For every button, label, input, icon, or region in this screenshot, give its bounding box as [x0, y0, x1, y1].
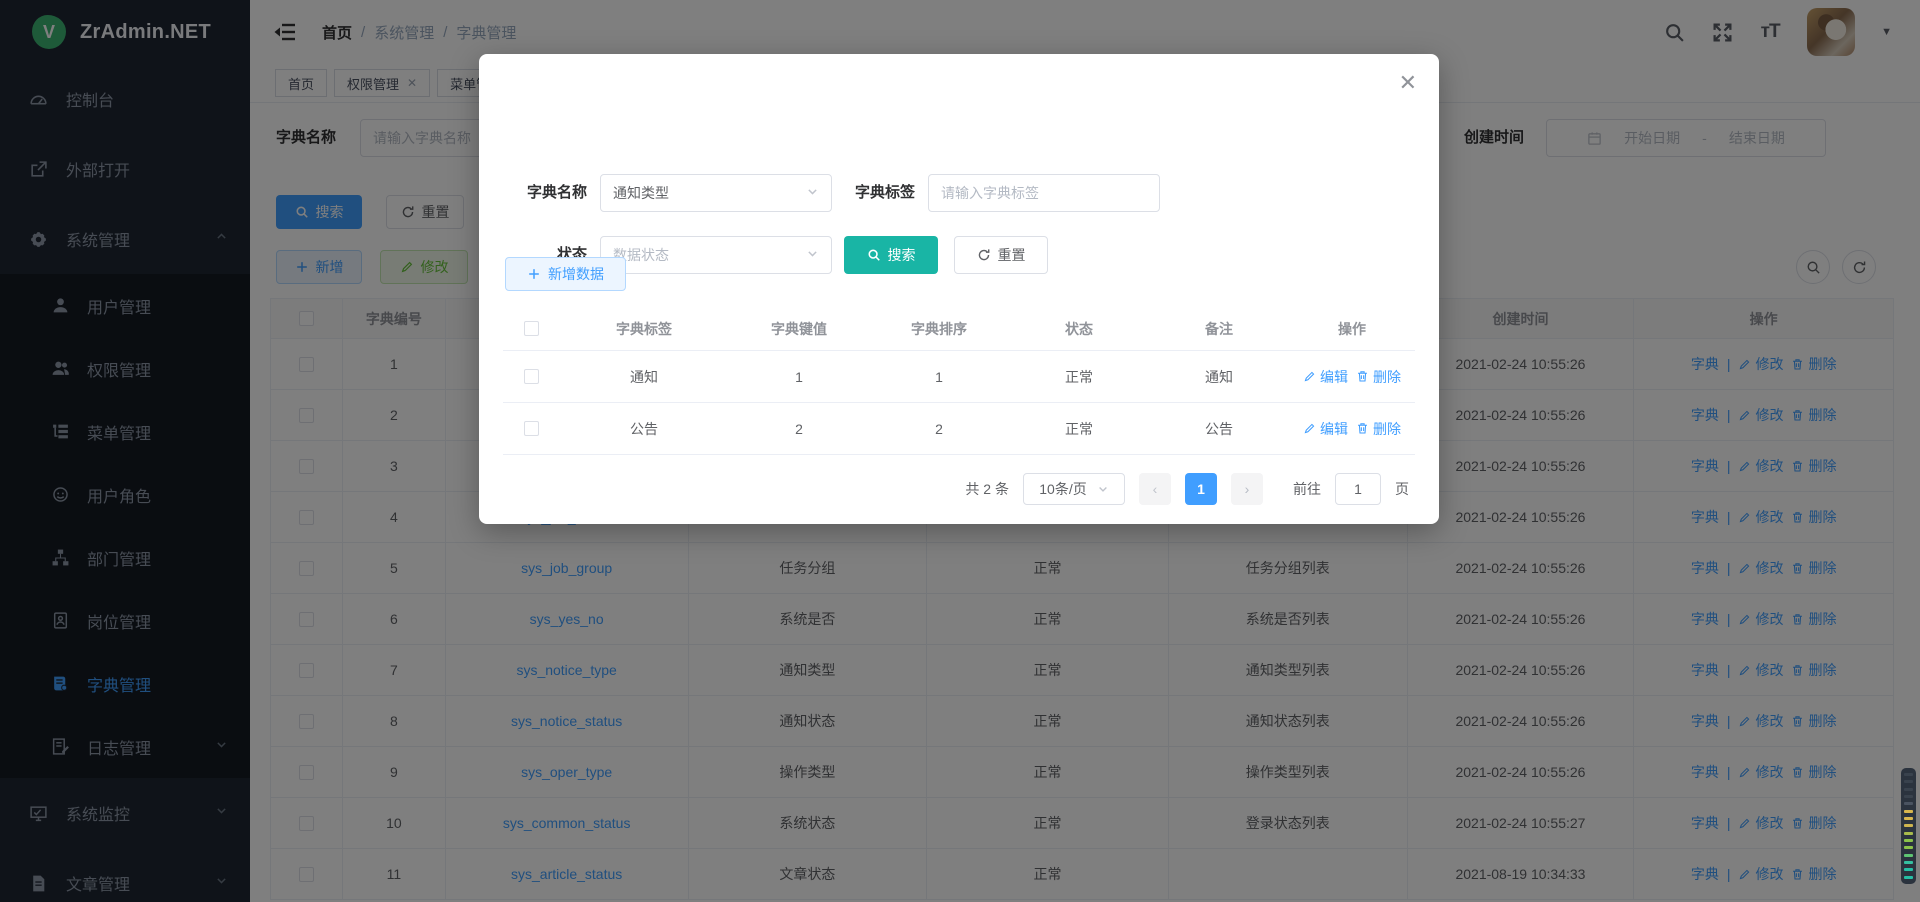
- column-header: 字典标签: [559, 319, 729, 339]
- column-header: 字典排序: [869, 319, 1009, 339]
- pagination-total: 共 2 条: [965, 479, 1009, 499]
- modal-table-row: 公告22正常公告编辑删除: [503, 403, 1415, 455]
- dict-data-modal: ✕ 字典名称 通知类型 字典标签 请输入字典标签 状态 数据状态 搜索 重置 新…: [479, 54, 1439, 524]
- modal-status-select[interactable]: 数据状态: [600, 236, 832, 274]
- cell-dict-label: 通知: [559, 367, 729, 387]
- column-header: 备注: [1149, 319, 1289, 339]
- row-checkbox[interactable]: [524, 421, 539, 436]
- modal-reset-button[interactable]: 重置: [954, 236, 1048, 274]
- close-icon[interactable]: ✕: [1399, 72, 1417, 94]
- cell-operations: 编辑删除: [1289, 419, 1415, 439]
- cell-dict-value: 1: [729, 369, 869, 385]
- delete-link[interactable]: 删除: [1356, 367, 1401, 387]
- cell-remark: 通知: [1149, 367, 1289, 387]
- pencil-icon: [1303, 422, 1316, 435]
- current-page-button[interactable]: 1: [1185, 473, 1217, 505]
- cell-status: 正常: [1009, 367, 1149, 387]
- cell-status: 正常: [1009, 419, 1149, 439]
- delete-link[interactable]: 删除: [1356, 419, 1401, 439]
- cell-remark: 公告: [1149, 419, 1289, 439]
- column-header: 操作: [1289, 319, 1415, 339]
- goto-label: 前往: [1293, 479, 1321, 499]
- modal-dict-name-label: 字典名称: [503, 174, 587, 212]
- column-header: 字典键值: [729, 319, 869, 339]
- app-root: V ZrAdmin.NET 控制台外部打开系统管理用户管理权限管理菜单管理用户角…: [0, 0, 1920, 902]
- chevron-down-icon: [806, 247, 819, 263]
- chevron-down-icon: [1097, 483, 1109, 495]
- cell-dict-value: 2: [729, 421, 869, 437]
- modal-add-data-button[interactable]: 新增数据: [505, 257, 626, 291]
- cell-dict-sort: 2: [869, 421, 1009, 437]
- page-size-select[interactable]: 10条/页: [1023, 473, 1125, 505]
- modal-dict-name-select[interactable]: 通知类型: [600, 174, 832, 212]
- modal-search-button[interactable]: 搜索: [844, 236, 938, 274]
- prev-page-button[interactable]: ‹: [1139, 473, 1171, 505]
- modal-table-row: 通知11正常通知编辑删除: [503, 351, 1415, 403]
- cell-dict-label: 公告: [559, 419, 729, 439]
- edit-link[interactable]: 编辑: [1303, 367, 1348, 387]
- edit-link[interactable]: 编辑: [1303, 419, 1348, 439]
- cell-operations: 编辑删除: [1289, 367, 1415, 387]
- row-checkbox[interactable]: [524, 369, 539, 384]
- select-all-checkbox[interactable]: [524, 321, 539, 336]
- trash-icon: [1356, 370, 1369, 383]
- page-unit-label: 页: [1395, 479, 1409, 499]
- pagination: 共 2 条 10条/页 ‹ 1 › 前往 1 页: [503, 469, 1409, 509]
- trash-icon: [1356, 422, 1369, 435]
- chevron-down-icon: [806, 185, 819, 201]
- pencil-icon: [1303, 370, 1316, 383]
- modal-dict-label-input[interactable]: 请输入字典标签: [928, 174, 1160, 212]
- column-header: 状态: [1009, 319, 1149, 339]
- dict-data-table: 字典标签字典键值字典排序状态备注操作通知11正常通知编辑删除公告22正常公告编辑…: [503, 307, 1415, 455]
- edge-indicator-widget: [1901, 768, 1916, 884]
- modal-dict-label-label: 字典标签: [831, 174, 915, 212]
- cell-dict-sort: 1: [869, 369, 1009, 385]
- goto-page-input[interactable]: 1: [1335, 473, 1381, 505]
- next-page-button[interactable]: ›: [1231, 473, 1263, 505]
- modal-table-header-row: 字典标签字典键值字典排序状态备注操作: [503, 307, 1415, 351]
